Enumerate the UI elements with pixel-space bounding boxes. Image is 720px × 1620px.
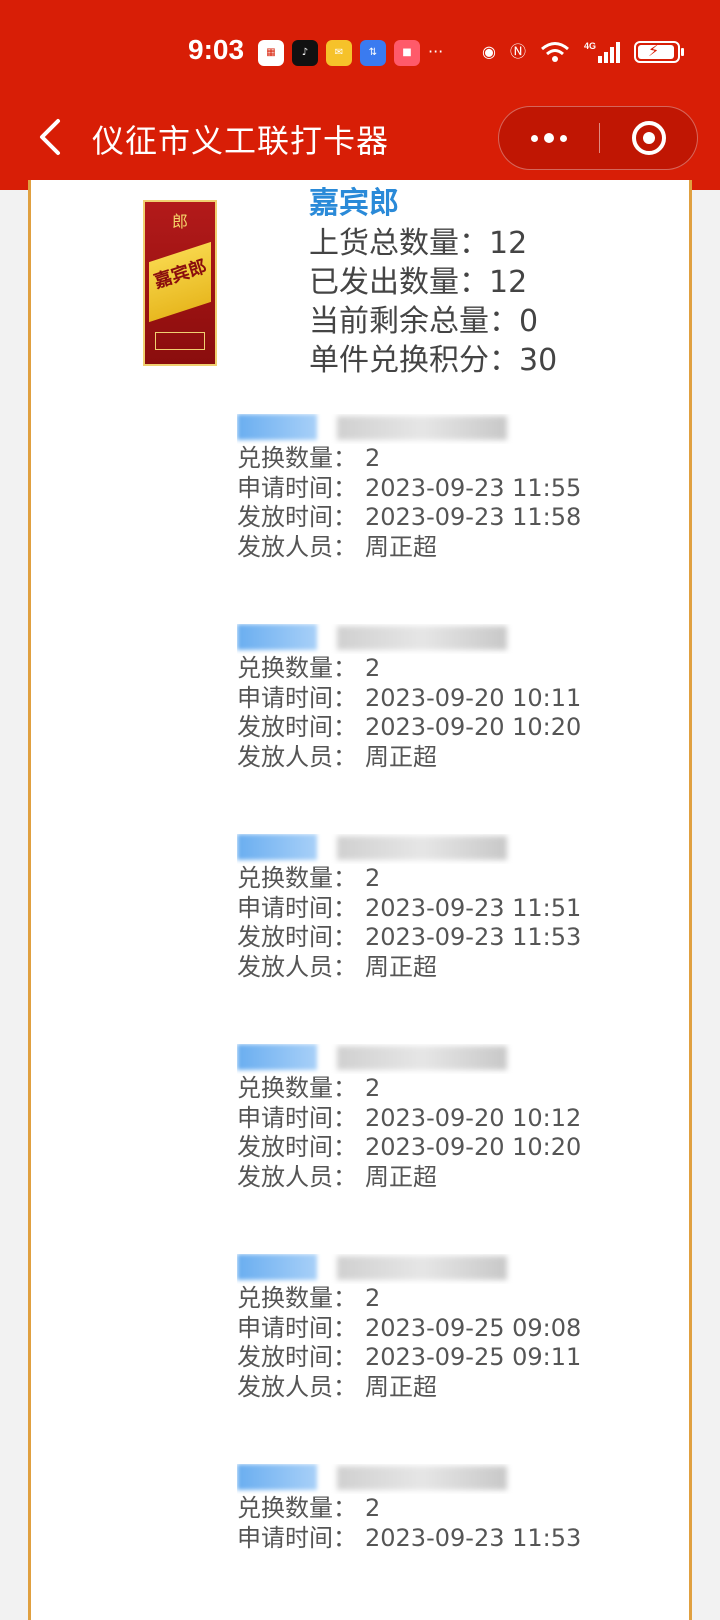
app-header: 9:03 ▦ ♪ ✉ ⇅ ■ ··· ◉ Ⓝ 4G ⚡ 仪征市义工联打卡器 — [0, 0, 720, 190]
record-qty: 兑换数量： 2 — [237, 444, 381, 472]
record-issuer: 发放人员： 周正超 — [237, 532, 437, 561]
product-name: 嘉宾郎 — [309, 186, 399, 221]
record-issue-time: 发放时间： 2023-09-23 11:58 — [237, 503, 582, 531]
stat-points-per-item: 单件兑换积分：30 — [309, 343, 558, 378]
page-title: 仪征市义工联打卡器 — [92, 122, 390, 160]
record-issuer: 发放人员： 周正超 — [237, 952, 437, 981]
more-notifications-icon: ··· — [428, 42, 444, 61]
product-image: 郎 嘉宾郎 — [143, 200, 217, 366]
record-apply-time: 申请时间： 2023-09-23 11:53 — [237, 1523, 582, 1552]
record-issue-time: 发放时间： 2023-09-20 10:20 — [237, 713, 582, 741]
product-info: 嘉宾郎 上货总数量：12 已发出数量：12 当前剩余总量：0 单件兑换积分：30 — [309, 184, 557, 380]
redacted-name — [237, 624, 527, 654]
exchange-record: 兑换数量： 2 申请时间： 2023-09-23 11:51 发放时间： 2023-0… — [237, 834, 657, 982]
stat-remaining: 当前剩余总量：0 — [309, 304, 539, 339]
stat-issued: 已发出数量：12 — [309, 265, 528, 300]
record-issuer: 发放人员： 周正超 — [237, 1372, 437, 1401]
app-notification-icon: ▦ — [258, 40, 284, 66]
redacted-name — [237, 1464, 527, 1494]
record-qty: 兑换数量： 2 — [237, 1494, 381, 1522]
record-apply-time: 申请时间： 2023-09-25 09:08 — [237, 1313, 582, 1342]
record-issuer: 发放人员： 周正超 — [237, 1162, 437, 1191]
volte-icon: ◉ — [482, 42, 496, 61]
app-icon: ⇅ — [360, 40, 386, 66]
content-area: 郎 嘉宾郎 嘉宾郎 上货总数量：12 已发出数量：12 当前剩余总量：0 单件兑… — [0, 180, 720, 1620]
status-time: 9:03 — [188, 34, 245, 65]
notification-icons: ▦ ♪ ✉ ⇅ ■ ··· — [258, 40, 443, 66]
record-issuer: 发放人员： 周正超 — [237, 742, 437, 771]
back-button[interactable] — [26, 108, 74, 166]
record-qty: 兑换数量： 2 — [237, 1284, 381, 1312]
nfc-icon: Ⓝ — [509, 42, 526, 61]
exchange-record: 兑换数量： 2 申请时间： 2023-09-20 10:12 发放时间： 2023-0… — [237, 1044, 657, 1192]
redacted-name — [237, 1044, 527, 1074]
status-bar: 9:03 ▦ ♪ ✉ ⇅ ■ ··· ◉ Ⓝ 4G ⚡ — [0, 30, 720, 78]
record-qty: 兑换数量： 2 — [237, 864, 381, 892]
target-close-icon — [632, 121, 666, 155]
redacted-name — [237, 414, 527, 444]
mail-icon: ✉ — [326, 40, 352, 66]
nav-bar: 仪征市义工联打卡器 — [0, 100, 720, 176]
exchange-record: 兑换数量： 2 申请时间： 2023-09-25 09:08 发放时间： 2023-0… — [237, 1254, 657, 1402]
exchange-record: 兑换数量： 2 申请时间： 2023-09-20 10:11 发放时间： 2023-0… — [237, 624, 657, 772]
record-apply-time: 申请时间： 2023-09-20 10:12 — [237, 1103, 582, 1132]
miniprogram-capsule — [498, 106, 698, 170]
record-issue-time: 发放时间： 2023-09-25 09:11 — [237, 1343, 582, 1371]
chevron-left-icon — [40, 119, 60, 155]
exchange-record: 兑换数量： 2 申请时间： 2023-09-23 11:55 发放时间： 2023-0… — [237, 414, 657, 562]
record-apply-time: 申请时间： 2023-09-23 11:55 — [237, 473, 582, 502]
record-qty: 兑换数量： 2 — [237, 654, 381, 682]
network-label: 4G — [584, 41, 596, 51]
more-button[interactable] — [499, 107, 599, 169]
redacted-name — [237, 1254, 527, 1284]
record-apply-time: 申请时间： 2023-09-23 11:51 — [237, 893, 582, 922]
record-issue-time: 发放时间： 2023-09-20 10:20 — [237, 1133, 582, 1161]
record-apply-time: 申请时间： 2023-09-20 10:11 — [237, 683, 582, 712]
stat-total-stock: 上货总数量：12 — [309, 226, 528, 261]
signal-icon: 4G — [584, 40, 620, 64]
record-qty: 兑换数量： 2 — [237, 1074, 381, 1102]
close-miniprogram-button[interactable] — [599, 107, 699, 169]
record-issue-time: 发放时间： 2023-09-23 11:53 — [237, 923, 582, 951]
system-icons: ◉ Ⓝ 4G ⚡ — [482, 40, 684, 64]
wifi-icon — [540, 40, 570, 64]
tiktok-icon: ♪ — [292, 40, 318, 66]
product-card: 郎 嘉宾郎 嘉宾郎 上货总数量：12 已发出数量：12 当前剩余总量：0 单件兑… — [28, 180, 692, 1620]
exchange-record: 兑换数量： 2 申请时间： 2023-09-23 11:53 — [237, 1464, 657, 1553]
battery-icon: ⚡ — [634, 41, 684, 63]
app-icon: ■ — [394, 40, 420, 66]
redacted-name — [237, 834, 527, 864]
